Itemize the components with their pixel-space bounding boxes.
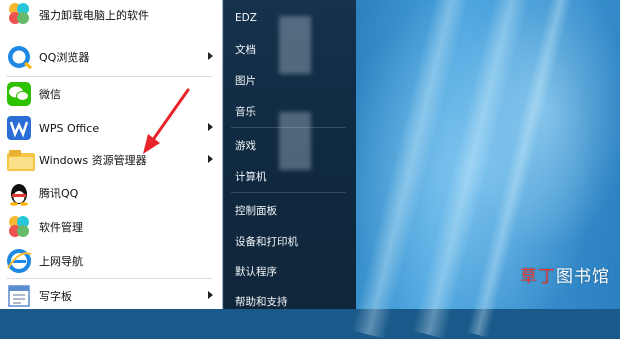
menu-item-qq-browser[interactable]: QQ浏览器	[2, 42, 217, 72]
blurred-desktop-file	[279, 112, 311, 170]
places-item-control-panel[interactable]: 控制面板	[235, 203, 277, 218]
menu-item-software-manager[interactable]: 软件管理	[2, 212, 217, 242]
places-item-help-support[interactable]: 帮助和支持	[235, 294, 288, 309]
submenu-arrow-icon	[208, 291, 213, 299]
wechat-icon	[6, 81, 32, 107]
menu-item-label: 强力卸载电脑上的软件	[39, 9, 149, 22]
menu-item-label: 写字板	[39, 290, 72, 303]
places-item-default-programs[interactable]: 默认程序	[235, 264, 277, 279]
qq-penguin-icon	[6, 180, 32, 206]
watermark-part1: 草丁	[520, 267, 556, 287]
menu-item-label: 软件管理	[39, 221, 83, 234]
submenu-arrow-icon	[208, 52, 213, 60]
explorer-folder-icon	[6, 147, 35, 173]
places-item-documents[interactable]: 文档	[235, 42, 256, 57]
blurred-desktop-file	[279, 16, 311, 74]
menu-item-label: 上网导航	[39, 255, 83, 268]
places-item-music[interactable]: 音乐	[235, 104, 256, 119]
submenu-arrow-icon	[208, 123, 213, 131]
menu-separator	[6, 278, 212, 279]
menu-item-label: WPS Office	[39, 121, 100, 135]
places-item-pictures[interactable]: 图片	[235, 73, 256, 88]
uninstaller-icon	[6, 2, 32, 28]
menu-item-label: Windows 资源管理器	[39, 154, 147, 167]
places-item-games[interactable]: 游戏	[235, 138, 256, 153]
places-item-devices-printers[interactable]: 设备和打印机	[235, 234, 298, 249]
wps-office-icon	[6, 115, 32, 141]
wordpad-icon	[6, 283, 32, 309]
places-separator	[231, 192, 346, 193]
watermark-part2: 图书馆	[556, 267, 610, 287]
ie-navigation-icon	[6, 248, 32, 274]
menu-item-label: 微信	[39, 88, 61, 101]
menu-separator	[6, 76, 212, 77]
menu-item-wordpad[interactable]: 写字板	[2, 281, 217, 311]
places-item-computer[interactable]: 计算机	[235, 169, 267, 184]
submenu-arrow-icon	[208, 155, 213, 163]
watermark-logo: 草丁图书馆	[520, 262, 610, 287]
menu-item-uninstaller[interactable]: 强力卸载电脑上的软件	[2, 0, 217, 30]
qq-browser-icon	[6, 44, 32, 70]
menu-item-tencent-qq[interactable]: 腾讯QQ	[2, 178, 217, 208]
start-menu-places-pane: EDZ 文档 图片 音乐 游戏 计算机 控制面板 设备和打印机 默认程序 帮助和…	[223, 0, 356, 309]
software-manager-icon	[6, 214, 32, 240]
menu-item-web-navigation[interactable]: 上网导航	[2, 246, 217, 276]
annotation-arrow-icon	[143, 88, 190, 154]
menu-item-label: 腾讯QQ	[39, 187, 79, 200]
places-item-user[interactable]: EDZ	[235, 12, 257, 24]
menu-item-label: QQ浏览器	[39, 51, 90, 64]
